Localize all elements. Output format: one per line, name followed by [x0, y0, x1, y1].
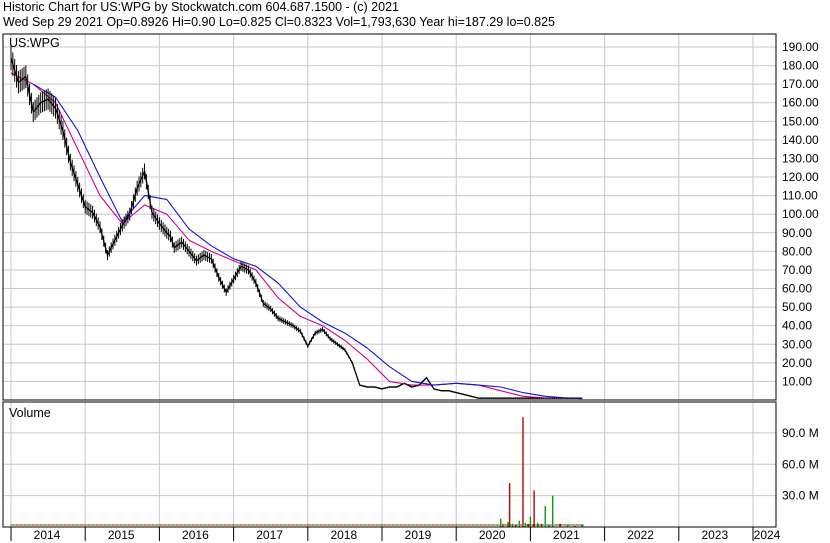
price-tick-label: 150.00: [782, 114, 819, 128]
year-tick-label: 2023: [701, 528, 728, 542]
price-tick-label: 50.00: [782, 300, 812, 314]
year-tick-label: 2022: [627, 528, 654, 542]
price-tick-label: 120.00: [782, 170, 819, 184]
volume-tick-label: 90.0 M: [782, 426, 819, 440]
price-tick-label: 20.00: [782, 356, 812, 370]
price-panel-title: US:WPG: [9, 36, 60, 50]
year-tick-label: 2020: [479, 528, 506, 542]
chart-canvas: 10.00 20.00 30.00 40.00 50.00 60.00 70.00 80.00…: [2, 33, 819, 542]
year-tick-label: 2014: [34, 528, 61, 542]
volume-tick-label: 30.0 M: [782, 489, 819, 503]
price-tick-label: 70.00: [782, 263, 812, 277]
price-tick-label: 40.00: [782, 319, 812, 333]
tick-labels: 10.00 20.00 30.00 40.00 50.00 60.00 70.00 80.00…: [3, 40, 819, 542]
price-line: [10, 58, 583, 400]
price-tick-label: 160.00: [782, 96, 819, 110]
year-tick-label: 2021: [553, 528, 580, 542]
price-tick-label: 140.00: [782, 133, 819, 147]
price-tick-label: 130.00: [782, 151, 819, 165]
volume-panel-title: Volume: [9, 406, 51, 420]
price-tick-label: 80.00: [782, 244, 812, 258]
price-tick-label: 30.00: [782, 337, 812, 351]
year-tick-label: 2017: [256, 528, 283, 542]
volume-tick-label: 60.0 M: [782, 457, 819, 471]
price-tick-label: 100.00: [782, 207, 819, 221]
volume-bars: [10, 417, 584, 527]
price-tick-label: 180.00: [782, 59, 819, 73]
price-tick-label: 190.00: [782, 40, 819, 54]
price-lines: [10, 46, 583, 400]
year-tick-label: 2024: [754, 528, 781, 542]
volume-grid: [3, 402, 776, 527]
price-grid: [3, 34, 776, 400]
price-tick-label: 90.00: [782, 226, 812, 240]
price-tick-label: 60.00: [782, 282, 812, 296]
year-tick-label: 2019: [405, 528, 432, 542]
price-tick-label: 170.00: [782, 77, 819, 91]
year-tick-label: 2018: [330, 528, 357, 542]
price-panel-frame: [2, 33, 777, 401]
year-tick-label: 2016: [182, 528, 209, 542]
year-tick-label: 2015: [108, 528, 135, 542]
price-tick-label: 110.00: [782, 189, 818, 203]
price-tick-label: 10.00: [782, 374, 812, 388]
